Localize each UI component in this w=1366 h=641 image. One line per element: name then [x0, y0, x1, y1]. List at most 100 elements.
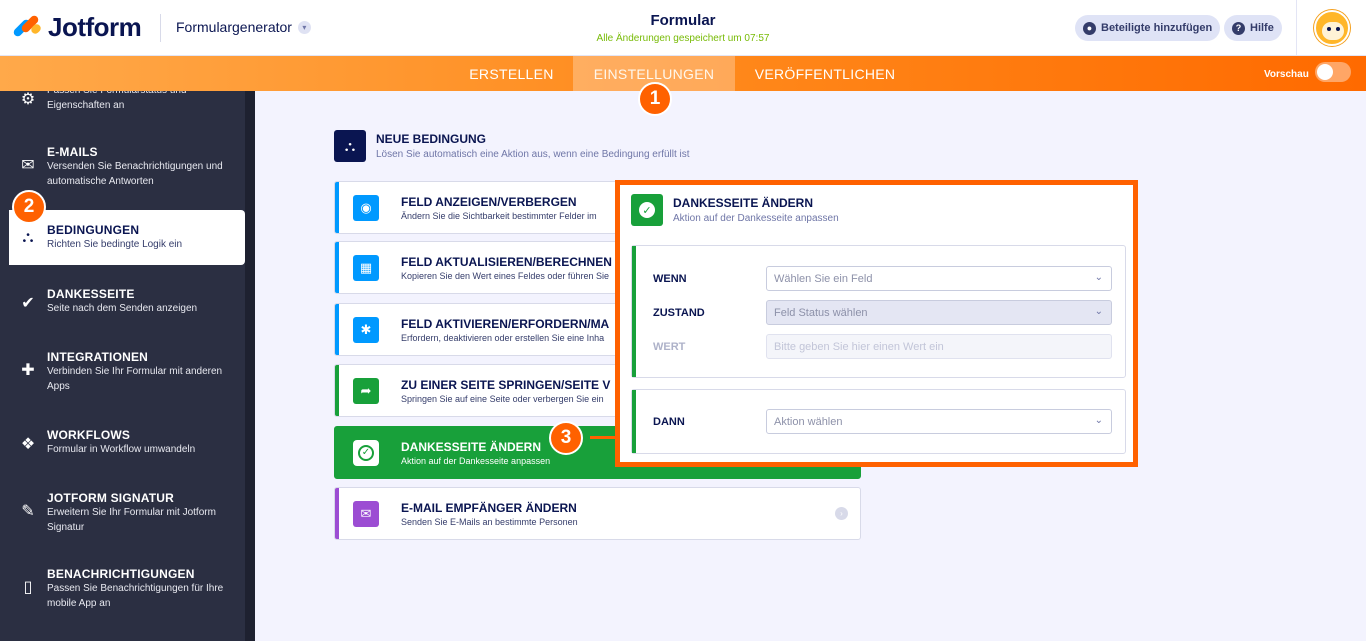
builder-nav: ERSTELLEN EINSTELLUNGEN VERÖFFENTLICHEN … [0, 56, 1366, 91]
panel-desc: Aktion auf der Dankesseite anpassen [673, 213, 839, 224]
preview-toggle-area: Vorschau [1264, 62, 1351, 82]
tab-publish[interactable]: VERÖFFENTLICHEN [735, 56, 915, 91]
card-title: ZU EINER SEITE SPRINGEN/SEITE V [401, 377, 611, 392]
help-button[interactable]: ? Hilfe [1224, 15, 1282, 41]
panel-header: ✓ DANKESSEITE ÄNDERN Aktion auf der Dank… [631, 194, 839, 226]
preview-label: Vorschau [1264, 68, 1309, 80]
card-title: FELD ANZEIGEN/VERBERGEN [401, 194, 577, 209]
value-label: WERT [653, 341, 686, 353]
card-desc: Aktion auf der Dankesseite anpassen [401, 455, 551, 466]
sidebar-item-title: DANKESSEITE [47, 287, 135, 301]
panel-title: DANKESSEITE ÄNDERN [673, 196, 814, 210]
settings-sidebar: ⚙ Passen Sie Formularstatus und Eigensch… [0, 91, 255, 641]
chevron-down-icon: ⌄ [1094, 272, 1103, 283]
form-generator-label: Formulargenerator [176, 19, 292, 35]
check-icon: ✓ [353, 439, 379, 466]
check-circle-icon: ✓ [631, 194, 663, 226]
value-input[interactable]: Bitte geben Sie hier einen Wert ein [766, 334, 1112, 359]
sidebar-item-signature[interactable]: ✎ JOTFORM SIGNATUR Erweitern Sie Ihr For… [9, 491, 245, 535]
jotform-logo[interactable]: Jotform [12, 12, 142, 43]
sidebar-item-title: JOTFORM SIGNATUR [47, 491, 174, 505]
card-title: FELD AKTUALISIEREN/BERECHNEN [401, 254, 612, 269]
card-desc: Ändern Sie die Sichtbarkeit bestimmter F… [401, 210, 597, 221]
card-desc: Kopieren Sie den Wert eines Feldes oder … [401, 270, 609, 281]
chevron-right-icon: › [835, 507, 848, 520]
if-field-placeholder: Wählen Sie ein Feld [774, 272, 873, 285]
new-condition-header: ⛬ NEUE BEDINGUNG Lösen Sie automatisch e… [334, 130, 690, 162]
sidebar-item-desc: Passen Sie Formularstatus und Eigenschaf… [47, 91, 187, 111]
hierarchy-icon: ⛬ [22, 229, 34, 246]
sidebar-item-desc: Passen Sie Benachrichtigungen für Ihre m… [47, 583, 224, 609]
state-label: ZUSTAND [653, 307, 705, 319]
sidebar-item-emails[interactable]: ✉ E-MAILS Versenden Sie Benachrichtigung… [9, 145, 245, 189]
callout-connector [590, 436, 618, 439]
form-generator-dropdown[interactable]: Formulargenerator ▾ [176, 19, 311, 35]
sidebar-item-desc: Versenden Sie Benachrichtigungen und aut… [47, 161, 223, 187]
asterisk-icon: ✱ [353, 316, 379, 343]
if-field-select[interactable]: Wählen Sie ein Feld ⌄ [766, 266, 1112, 291]
gear-icon: ⚙ [20, 91, 36, 108]
account-menu[interactable] [1296, 0, 1366, 56]
calculator-icon: ▦ [353, 254, 379, 281]
sidebar-item-conditions[interactable]: ⛬ BEDINGUNGEN Richten Sie bedingte Logik… [9, 210, 245, 265]
sidebar-item-title: INTEGRATIONEN [47, 350, 149, 364]
card-title: DANKESSEITE ÄNDERN [401, 439, 542, 454]
sidebar-item-integrations[interactable]: ✚ INTEGRATIONEN Verbinden Sie Ihr Formul… [9, 350, 245, 394]
then-label: DANN [653, 416, 685, 428]
state-placeholder: Feld Status wählen [774, 306, 868, 319]
mail-icon: ✉ [353, 500, 379, 527]
header-divider [160, 14, 161, 42]
chevron-down-icon: ▾ [297, 20, 311, 34]
chevron-down-icon: ⌄ [1094, 306, 1103, 317]
sidebar-item-title: WORKFLOWS [47, 428, 131, 442]
state-select[interactable]: Feld Status wählen ⌄ [766, 300, 1112, 325]
sidebar-item-title: BENACHRICHTIGUNGEN [47, 567, 195, 581]
card-title: FELD AKTIVIEREN/ERFORDERN/MA [401, 316, 610, 331]
card-desc: Springen Sie auf eine Seite oder verberg… [401, 393, 604, 404]
new-condition-desc: Lösen Sie automatisch eine Aktion aus, w… [376, 149, 690, 160]
add-participants-button[interactable]: ● Beteiligte hinzufügen [1075, 15, 1221, 41]
top-header: Jotform Formulargenerator ▾ Formular All… [0, 0, 1366, 56]
question-icon: ? [1232, 21, 1245, 35]
eye-icon: ◉ [353, 194, 379, 221]
hierarchy-icon: ⛬ [334, 130, 366, 162]
brand-name: Jotform [48, 12, 142, 42]
step-badge-3: 3 [549, 421, 583, 455]
sidebar-item-title: E-MAILS [47, 145, 98, 159]
sidebar-item-desc: Erweitern Sie Ihr Formular mit Jotform S… [47, 507, 216, 533]
if-condition-box: WENN Wählen Sie ein Feld ⌄ ZUSTAND Feld … [631, 245, 1126, 378]
sidebar-item-desc: Richten Sie bedingte Logik ein [47, 239, 183, 250]
sidebar-item-title: BEDINGUNGEN [47, 223, 140, 237]
card-desc: Senden Sie E-Mails an bestimmte Personen [401, 516, 578, 527]
form-title-area: Formular Alle Änderungen gespeichert um … [583, 12, 783, 44]
form-title[interactable]: Formular [583, 12, 783, 29]
sidebar-item-notifications[interactable]: ▯ BENACHRICHTIGUNGEN Passen Sie Benachri… [9, 567, 245, 611]
sidebar-item-desc: Verbinden Sie Ihr Formular mit anderen A… [47, 366, 223, 392]
pen-icon: ✎ [21, 503, 35, 520]
save-status: Alle Änderungen gespeichert um 07:57 [596, 33, 770, 44]
if-label: WENN [653, 273, 687, 285]
action-select[interactable]: Aktion wählen ⌄ [766, 409, 1112, 434]
check-circle-icon: ✔ [21, 295, 35, 312]
sidebar-item-form-settings[interactable]: ⚙ Passen Sie Formularstatus und Eigensch… [9, 91, 245, 113]
jotform-logo-icon [12, 13, 43, 42]
user-icon: ● [1083, 21, 1096, 35]
preview-toggle[interactable] [1314, 62, 1351, 82]
sidebar-item-workflows[interactable]: ❖ WORKFLOWS Formular in Workflow umwande… [9, 428, 245, 457]
value-placeholder: Bitte geben Sie hier einen Wert ein [774, 340, 944, 353]
tab-create[interactable]: ERSTELLEN [450, 56, 573, 91]
help-label: Hilfe [1250, 22, 1274, 34]
sidebar-item-thankyou[interactable]: ✔ DANKESSEITE Seite nach dem Senden anze… [9, 287, 245, 316]
condition-card-change-email[interactable]: ✉ E-MAIL EMPFÄNGER ÄNDERN Senden Sie E-Ma… [334, 487, 861, 540]
share-arrow-icon: ➦ [353, 377, 379, 404]
card-title: E-MAIL EMPFÄNGER ÄNDERN [401, 500, 577, 515]
mobile-icon: ▯ [23, 579, 33, 596]
card-desc: Erfordern, deaktivieren oder erstellen S… [401, 332, 605, 343]
chevron-down-icon: ⌄ [1094, 415, 1103, 426]
add-participants-label: Beteiligte hinzufügen [1101, 22, 1213, 34]
action-placeholder: Aktion wählen [774, 415, 843, 428]
sidebar-edge [245, 91, 255, 641]
step-badge-1: 1 [638, 82, 672, 116]
puzzle-icon: ✚ [21, 362, 35, 379]
sidebar-item-desc: Seite nach dem Senden anzeigen [47, 303, 198, 314]
